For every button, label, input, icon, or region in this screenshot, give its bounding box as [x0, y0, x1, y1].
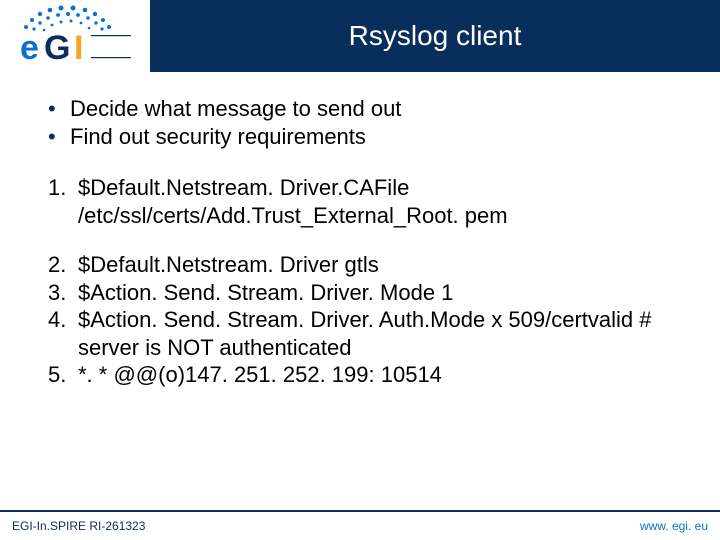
numbered-item: $Default.Netstream. Driver gtls	[48, 251, 682, 279]
numbered-list-cont: $Default.Netstream. Driver gtls $Action.…	[48, 251, 682, 389]
header-bar: e G I Rsyslog client	[0, 0, 720, 72]
numbered-item: $Action. Send. Stream. Driver. Auth.Mode…	[48, 306, 682, 361]
numbered-item: *. * @@(o)147. 251. 252. 199: 10514	[48, 361, 682, 389]
slide-content: Decide what message to send out Find out…	[0, 95, 720, 389]
numbered-item: $Action. Send. Stream. Driver. Mode 1	[48, 279, 682, 307]
egi-logo-icon: e G I	[6, 5, 144, 69]
svg-text:I: I	[74, 29, 83, 67]
slide-title: Rsyslog client	[349, 20, 522, 52]
bullet-item: Decide what message to send out	[48, 95, 682, 123]
title-block: Rsyslog client	[150, 0, 720, 72]
bullet-item: Find out security requirements	[48, 123, 682, 151]
svg-text:e: e	[20, 29, 39, 67]
logo: e G I	[0, 0, 150, 72]
numbered-item: $Default.Netstream. Driver.CAFile /etc/s…	[48, 174, 682, 229]
bullet-list: Decide what message to send out Find out…	[48, 95, 682, 150]
footer: EGI-In.SPIRE RI-261323 www. egi. eu	[0, 510, 720, 540]
svg-text:G: G	[44, 29, 70, 67]
footer-right-link[interactable]: www. egi. eu	[640, 519, 708, 533]
numbered-list: $Default.Netstream. Driver.CAFile /etc/s…	[48, 174, 682, 229]
footer-left-text: EGI-In.SPIRE RI-261323	[12, 519, 145, 533]
